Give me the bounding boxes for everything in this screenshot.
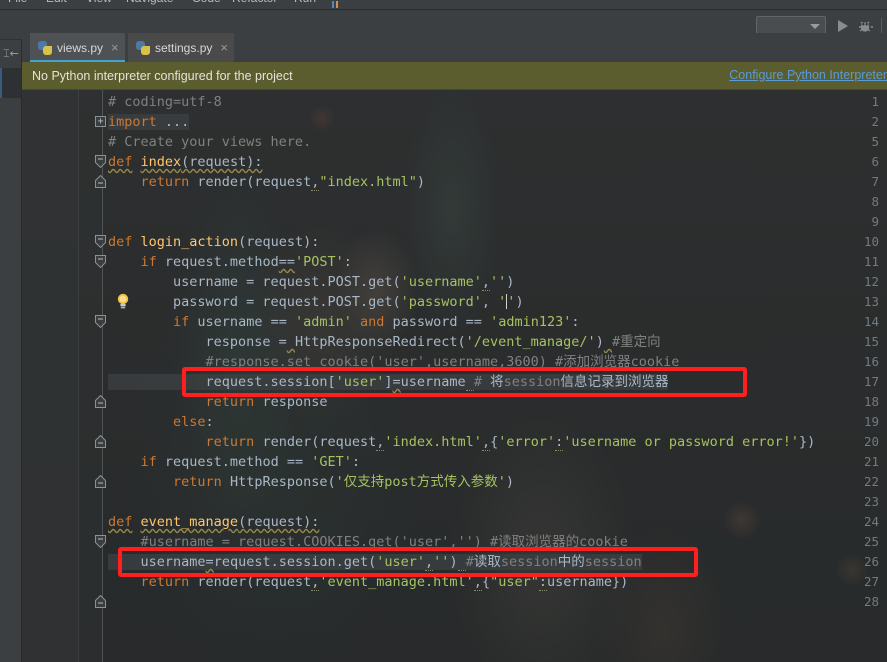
menu-caret-b	[336, 1, 338, 8]
code-line-27[interactable]: return render(request,'event_manage.html…	[108, 572, 628, 592]
menu-item-file[interactable]: File	[8, 0, 27, 5]
code-line-14[interactable]: if username == 'admin' and password == '…	[108, 312, 579, 332]
code-line-24[interactable]: def event_manage(request):	[108, 512, 319, 532]
left-tool-strip: ⌶←	[0, 40, 22, 662]
code-line-7[interactable]: return render(request,"index.html")	[108, 172, 425, 192]
code-line-12[interactable]: username = request.POST.get('username','…	[108, 272, 514, 292]
code-line-10[interactable]: def login_action(request):	[108, 232, 319, 252]
play-icon	[838, 20, 848, 32]
code-line-17[interactable]: request.session['user']=username # 将sess…	[108, 372, 669, 392]
code-line-20[interactable]: return render(request,'index.html',{'err…	[108, 432, 815, 452]
menu-caret-a	[332, 1, 334, 8]
chevron-down-icon	[810, 24, 820, 29]
code-line-2[interactable]: import ...	[108, 112, 190, 132]
menu-item-edit[interactable]: Edit	[46, 0, 67, 5]
tab-label: settings.py	[155, 40, 213, 55]
menu-item-run[interactable]: Run	[294, 0, 316, 5]
code-line-22[interactable]: return HttpResponse('仅支持post方式传入参数')	[108, 472, 514, 492]
bug-icon	[859, 21, 873, 32]
hide-sidebar-icon[interactable]: ⌶←	[3, 48, 19, 60]
menu-item-refactor[interactable]: Refactor	[232, 0, 277, 5]
pycharm-window: File Edit View Navigate Code Refactor Ru…	[0, 0, 887, 662]
python-file-icon	[136, 40, 150, 55]
notification-message: No Python interpreter configured for the…	[32, 68, 293, 83]
python-file-icon	[38, 40, 52, 55]
configure-interpreter-link[interactable]: Configure Python Interpreter	[729, 68, 887, 82]
code-line-16[interactable]: #response.set_cookie('user',username,360…	[108, 352, 680, 372]
code-line-6[interactable]: def index(request):	[108, 152, 262, 172]
menu-bar[interactable]: File Edit View Navigate Code Refactor Ru…	[0, 0, 887, 10]
code-line-18[interactable]: return response	[108, 392, 328, 412]
tab-label: views.py	[57, 40, 104, 55]
code-line-21[interactable]: if request.method == 'GET':	[108, 452, 360, 472]
menu-item-code[interactable]: Code	[192, 0, 221, 5]
code-line-5[interactable]: # Create your views here.	[108, 132, 311, 152]
run-button[interactable]	[835, 18, 851, 34]
code-editor[interactable]: 1 2 5 6 7 8 9 10 11 12 13 14 15 16 17 18…	[22, 90, 887, 662]
code-line-11[interactable]: if request.method=='POST':	[108, 252, 352, 272]
project-tool-marker[interactable]	[0, 68, 21, 98]
close-icon[interactable]: ×	[220, 41, 228, 54]
menu-item-view[interactable]: View	[86, 0, 112, 5]
code-line-19[interactable]: else:	[108, 412, 214, 432]
code-line-15[interactable]: response = HttpResponseRedirect('/event_…	[108, 332, 661, 352]
code-line-13[interactable]: password = request.POST.get('password', …	[108, 292, 524, 312]
tab-settings-py[interactable]: settings.py ×	[128, 33, 234, 62]
code-line-25[interactable]: #username = request.COOKIES.get('user','…	[108, 532, 628, 552]
code-text[interactable]: # coding=utf-8 import ... # Create your …	[22, 90, 887, 662]
code-line-26[interactable]: username=request.session.get('user','') …	[108, 552, 642, 572]
interpreter-notification-bar: No Python interpreter configured for the…	[22, 62, 887, 90]
debug-button[interactable]	[857, 18, 873, 34]
menu-item-navigate[interactable]: Navigate	[126, 0, 173, 5]
code-line-1[interactable]: # coding=utf-8	[108, 92, 222, 112]
editor-tab-bar: views.py × settings.py ×	[22, 33, 887, 62]
tab-views-py[interactable]: views.py ×	[30, 33, 125, 62]
close-icon[interactable]: ×	[111, 41, 119, 54]
toolbar-separator	[881, 18, 882, 34]
